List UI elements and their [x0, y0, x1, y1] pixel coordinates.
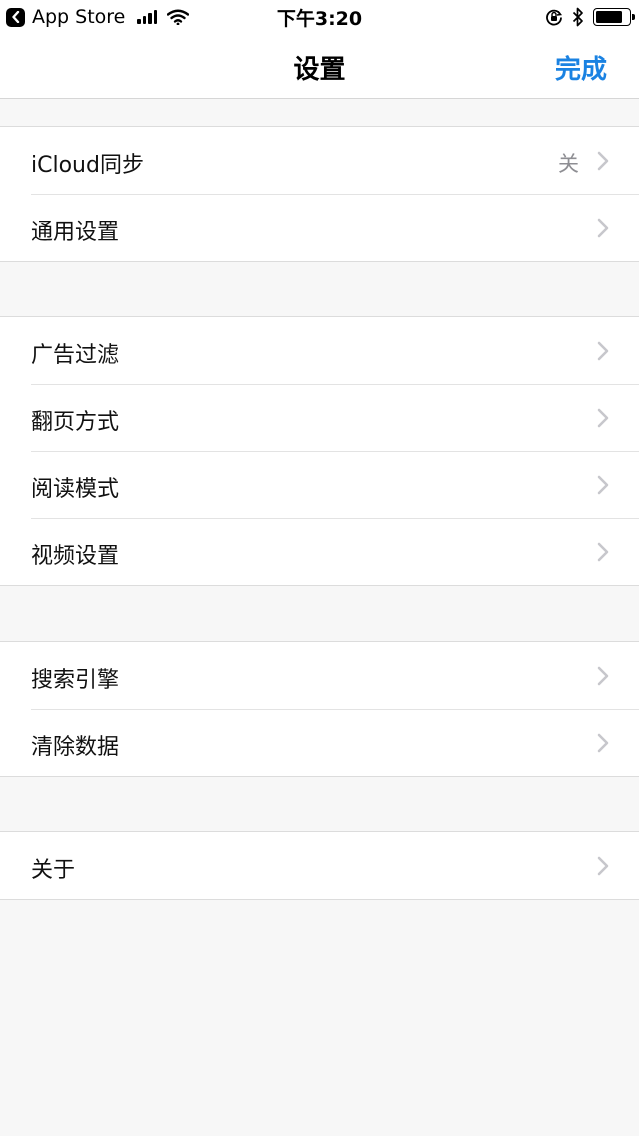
settings-row-clear-data[interactable]: 清除数据: [0, 709, 639, 776]
chevron-right-icon: [597, 542, 609, 562]
chevron-right-icon: [597, 341, 609, 361]
status-bar: App Store 下午3:20: [0, 0, 639, 34]
settings-group-about: 关于: [0, 831, 639, 900]
settings-row-ad-filter[interactable]: 广告过滤: [0, 317, 639, 384]
chevron-right-icon: [597, 408, 609, 428]
chevron-right-icon: [597, 733, 609, 753]
battery-tip: [632, 14, 635, 20]
row-label: 关于: [31, 858, 76, 883]
settings-group-sync: iCloud同步 关 通用设置: [0, 126, 639, 262]
settings-row-icloud-sync[interactable]: iCloud同步 关: [0, 127, 639, 194]
done-button[interactable]: 完成: [555, 49, 607, 86]
row-label: 搜索引擎: [31, 668, 120, 693]
settings-row-about[interactable]: 关于: [0, 832, 639, 899]
row-label: 阅读模式: [31, 477, 120, 502]
row-label: 翻页方式: [31, 410, 120, 435]
page-title: 设置: [293, 55, 346, 85]
row-label: 视频设置: [31, 544, 120, 569]
row-value: 关: [558, 152, 579, 176]
status-right: [536, 5, 635, 29]
row-label: 广告过滤: [31, 343, 120, 368]
chevron-right-icon: [597, 151, 609, 171]
row-label: 清除数据: [31, 735, 120, 760]
chevron-right-icon: [597, 856, 609, 876]
bluetooth-icon: [572, 7, 583, 27]
settings-row-video[interactable]: 视频设置: [0, 518, 639, 585]
row-label: iCloud同步: [31, 153, 144, 178]
settings-screen: App Store 下午3:20 设置 完成 iCloud同步 关 通用设置 广…: [0, 0, 639, 1136]
settings-group-data: 搜索引擎 清除数据: [0, 641, 639, 777]
settings-row-page-turn[interactable]: 翻页方式: [0, 384, 639, 451]
rotation-lock-icon: [546, 9, 563, 26]
chevron-right-icon: [597, 218, 609, 238]
row-label: 通用设置: [31, 220, 120, 245]
settings-group-reading: 广告过滤 翻页方式 阅读模式 视频设置: [0, 316, 639, 586]
settings-row-general[interactable]: 通用设置: [0, 194, 639, 261]
settings-row-search-engine[interactable]: 搜索引擎: [0, 642, 639, 709]
chevron-right-icon: [597, 666, 609, 686]
battery-level-fill: [596, 11, 622, 23]
battery-icon: [593, 8, 635, 26]
settings-row-reading-mode[interactable]: 阅读模式: [0, 451, 639, 518]
navigation-bar: 设置 完成: [0, 34, 639, 99]
chevron-right-icon: [597, 475, 609, 495]
